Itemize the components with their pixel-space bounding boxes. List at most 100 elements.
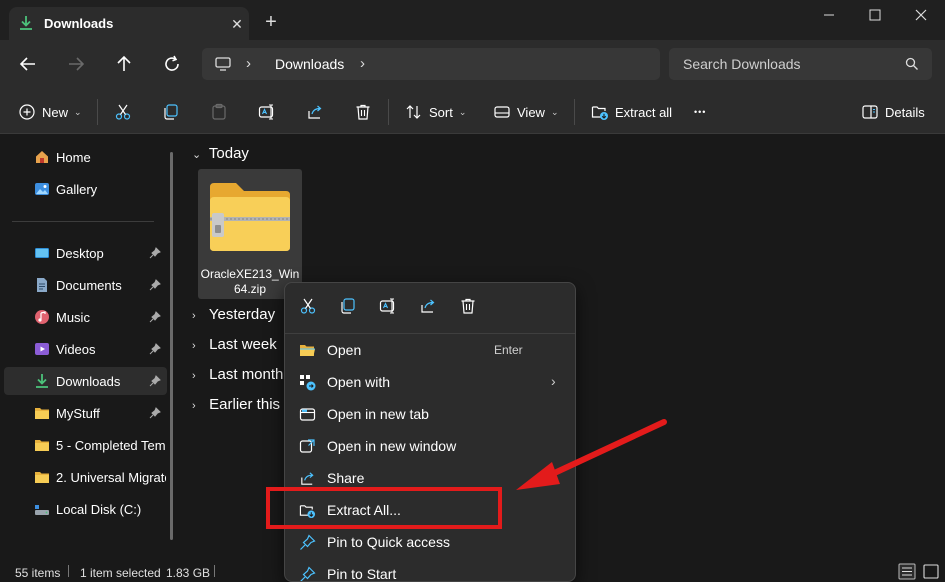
details-button[interactable]: Details: [861, 101, 925, 123]
new-tab-icon: [299, 408, 316, 421]
address-row: › Downloads › Search Downloads: [0, 40, 945, 88]
back-arrow-icon[interactable]: [16, 52, 40, 76]
group-label: Today: [208, 145, 249, 162]
group-header-last-week[interactable]: › Last week: [192, 336, 277, 358]
rename-button[interactable]: [258, 101, 276, 123]
sidebar-item-music[interactable]: Music: [4, 303, 167, 331]
menu-item-pin-quick-access[interactable]: Pin to Quick access: [289, 527, 571, 557]
refresh-icon[interactable]: [160, 52, 184, 76]
maximize-icon[interactable]: [852, 5, 898, 27]
sidebar-item-videos[interactable]: Videos: [4, 335, 167, 363]
share-icon: [301, 472, 314, 485]
breadcrumb-separator[interactable]: ›: [360, 55, 365, 72]
menu-item-open-new-tab[interactable]: Open in new tab: [289, 399, 571, 429]
sidebar-item-completed-temp[interactable]: 5 - Completed Temp: [4, 431, 167, 459]
videos-icon: [35, 343, 49, 355]
sidebar-item-downloads[interactable]: Downloads: [4, 367, 167, 395]
rename-icon[interactable]: [379, 297, 397, 315]
sidebar-item-documents[interactable]: Documents: [4, 271, 167, 299]
open-with-icon: [300, 375, 316, 391]
close-icon[interactable]: [898, 5, 944, 27]
file-name-line: OracleXE213_Win: [200, 267, 300, 281]
new-tab-button[interactable]: +: [260, 12, 282, 34]
menu-item-label: Open in new window: [327, 438, 457, 454]
new-label: New: [42, 104, 69, 120]
tab-downloads[interactable]: Downloads ✕: [9, 7, 249, 40]
navigation-pane: Home Gallery Desktop Documents Music Vid…: [0, 135, 175, 561]
menu-item-pin-start[interactable]: Pin to Start: [289, 559, 571, 581]
menu-item-open-with[interactable]: Open with ›: [289, 367, 571, 397]
up-arrow-icon[interactable]: [112, 52, 136, 76]
group-label: Last month: [209, 366, 284, 383]
share-button[interactable]: [306, 101, 324, 123]
sidebar-item-desktop[interactable]: Desktop: [4, 239, 167, 267]
item-count: 55 items: [15, 566, 61, 580]
details-pane-icon: [862, 105, 878, 119]
context-menu: Open Enter Open with › Open in new tab O…: [284, 282, 576, 582]
group-header-today[interactable]: ⌄ Today: [192, 145, 249, 167]
sort-button[interactable]: Sort ⌄: [405, 101, 466, 123]
pin-icon[interactable]: [149, 375, 161, 387]
menu-item-open[interactable]: Open Enter: [289, 335, 571, 365]
share-icon[interactable]: [419, 297, 437, 315]
chevron-down-icon: ⌄: [74, 106, 82, 117]
computer-icon: [215, 57, 231, 71]
paste-button[interactable]: [210, 101, 228, 123]
breadcrumb-downloads[interactable]: Downloads: [275, 56, 344, 72]
folder-icon: [35, 440, 49, 451]
sidebar-item-universal-migrator[interactable]: 2. Universal Migrator: [4, 463, 167, 491]
file-item-zip[interactable]: OracleXE213_Win 64.zip: [198, 169, 302, 299]
group-label: Earlier this y: [209, 396, 292, 413]
paste-icon: [212, 103, 226, 120]
group-header-yesterday[interactable]: › Yesterday: [192, 306, 275, 328]
pin-icon[interactable]: [149, 407, 161, 419]
sidebar-scrollbar[interactable]: [170, 152, 173, 540]
copy-icon[interactable]: [339, 297, 357, 315]
sort-icon: [406, 105, 421, 119]
toolbar-divider: [388, 99, 389, 125]
sidebar-item-mystuff[interactable]: MyStuff: [4, 399, 167, 427]
tab-close-icon[interactable]: ✕: [227, 14, 247, 34]
delete-icon: [356, 104, 370, 120]
minimize-icon[interactable]: [806, 5, 852, 27]
pin-icon[interactable]: [149, 343, 161, 355]
pin-icon[interactable]: [149, 311, 161, 323]
pin-icon[interactable]: [149, 279, 161, 291]
menu-item-label: Open in new tab: [327, 406, 429, 422]
details-view-icon[interactable]: [898, 563, 916, 580]
group-header-last-month[interactable]: › Last month: [192, 366, 283, 388]
sidebar-item-label: Gallery: [56, 182, 98, 197]
view-icon: [494, 106, 510, 118]
sidebar-item-gallery[interactable]: Gallery: [4, 175, 167, 203]
delete-icon[interactable]: [459, 297, 477, 315]
menu-item-open-new-window[interactable]: Open in new window: [289, 431, 571, 461]
chevron-down-icon: ⌄: [550, 106, 559, 117]
new-button[interactable]: New ⌄: [18, 101, 82, 123]
sidebar-item-local-disk[interactable]: Local Disk (C:): [4, 495, 167, 523]
menu-item-label: Open with: [327, 374, 391, 390]
folder-icon: [35, 408, 49, 419]
command-bar: New ⌄ Sort ⌄ View ⌄ Extract all ••• Deta…: [0, 88, 945, 134]
documents-icon: [37, 278, 47, 292]
copy-button[interactable]: [162, 101, 180, 123]
cut-button[interactable]: [114, 101, 132, 123]
cut-icon[interactable]: [299, 297, 317, 315]
sidebar-item-label: 2. Universal Migrator: [56, 470, 166, 485]
open-folder-icon: [300, 345, 315, 356]
view-button[interactable]: View ⌄: [493, 101, 559, 123]
tiles-view-icon[interactable]: [922, 563, 940, 580]
forward-arrow-icon[interactable]: [64, 52, 88, 76]
more-options-button[interactable]: •••: [694, 101, 706, 123]
sidebar-item-label: Local Disk (C:): [56, 502, 142, 517]
address-bar[interactable]: › Downloads ›: [202, 48, 660, 80]
details-label: Details: [885, 104, 925, 120]
delete-button[interactable]: [354, 101, 372, 123]
extract-all-button[interactable]: Extract all: [591, 101, 672, 123]
breadcrumb-separator[interactable]: ›: [246, 55, 251, 72]
pin-icon: [300, 534, 316, 550]
group-header-earlier-this-year[interactable]: › Earlier this y: [192, 396, 292, 418]
pin-icon[interactable]: [149, 247, 161, 259]
search-input[interactable]: Search Downloads: [669, 48, 932, 80]
folder-icon: [35, 472, 49, 483]
sidebar-item-home[interactable]: Home: [4, 143, 167, 171]
